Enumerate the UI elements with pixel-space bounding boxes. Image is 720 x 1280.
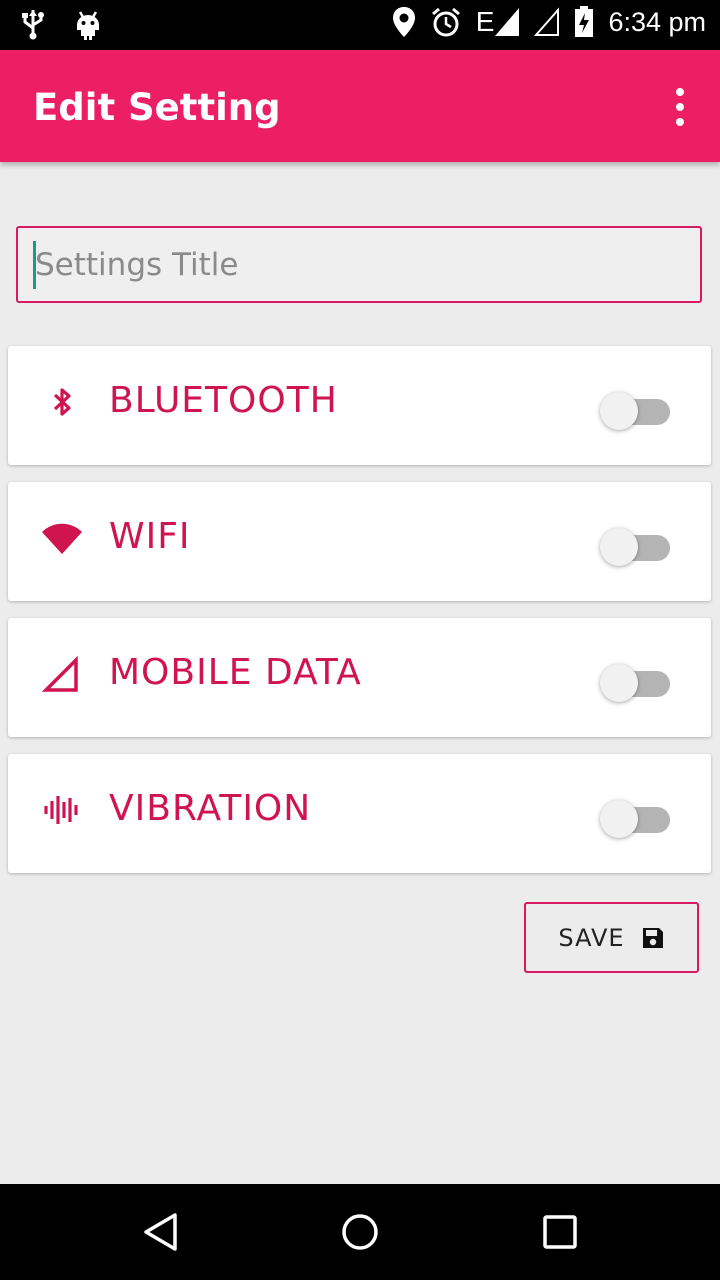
wifi-icon — [42, 523, 82, 554]
settings-title-field[interactable] — [16, 226, 702, 303]
mobile-data-icon — [42, 655, 78, 692]
setting-label-vibration: VIBRATION — [109, 788, 312, 829]
location-icon — [392, 7, 415, 37]
android-icon — [77, 11, 99, 40]
settings-title-input[interactable] — [35, 228, 675, 301]
alarm-icon — [431, 7, 460, 37]
setting-label-wifi: WIFI — [109, 516, 191, 557]
setting-card-vibration: VIBRATION — [8, 754, 711, 873]
navigation-bar — [0, 1184, 720, 1280]
signal-icon — [495, 8, 520, 36]
bluetooth-toggle[interactable] — [600, 388, 672, 430]
network-type-label: E — [475, 6, 495, 37]
save-button-label: SAVE — [558, 923, 625, 952]
status-time: 6:34 pm — [608, 6, 706, 37]
usb-icon — [22, 10, 44, 40]
bluetooth-icon — [53, 388, 71, 416]
recents-icon — [543, 1215, 577, 1249]
setting-label-mobile-data: MOBILE DATA — [109, 652, 362, 693]
setting-card-mobile-data: MOBILE DATA — [8, 618, 711, 737]
setting-card-wifi: WIFI — [8, 482, 711, 601]
home-button[interactable] — [310, 1184, 410, 1280]
floppy-disk-icon — [642, 927, 663, 948]
app-bar: Edit Setting — [0, 50, 720, 162]
battery-charging-icon — [575, 6, 594, 37]
signal-empty-icon — [534, 7, 560, 36]
wifi-toggle[interactable] — [600, 524, 672, 566]
setting-label-bluetooth: BLUETOOTH — [109, 380, 338, 421]
vibration-icon — [44, 796, 78, 824]
setting-card-bluetooth: BLUETOOTH — [8, 346, 711, 465]
status-bar: E 6:34 pm — [0, 0, 720, 50]
mobile-data-toggle[interactable] — [600, 660, 672, 702]
save-button[interactable]: SAVE — [524, 902, 699, 973]
page-title: Edit Setting — [33, 86, 281, 129]
back-button[interactable] — [110, 1184, 210, 1280]
home-icon — [342, 1214, 378, 1250]
recents-button[interactable] — [510, 1184, 610, 1280]
back-icon — [144, 1213, 177, 1251]
vibration-toggle[interactable] — [600, 796, 672, 838]
overflow-menu-icon[interactable] — [672, 88, 688, 126]
